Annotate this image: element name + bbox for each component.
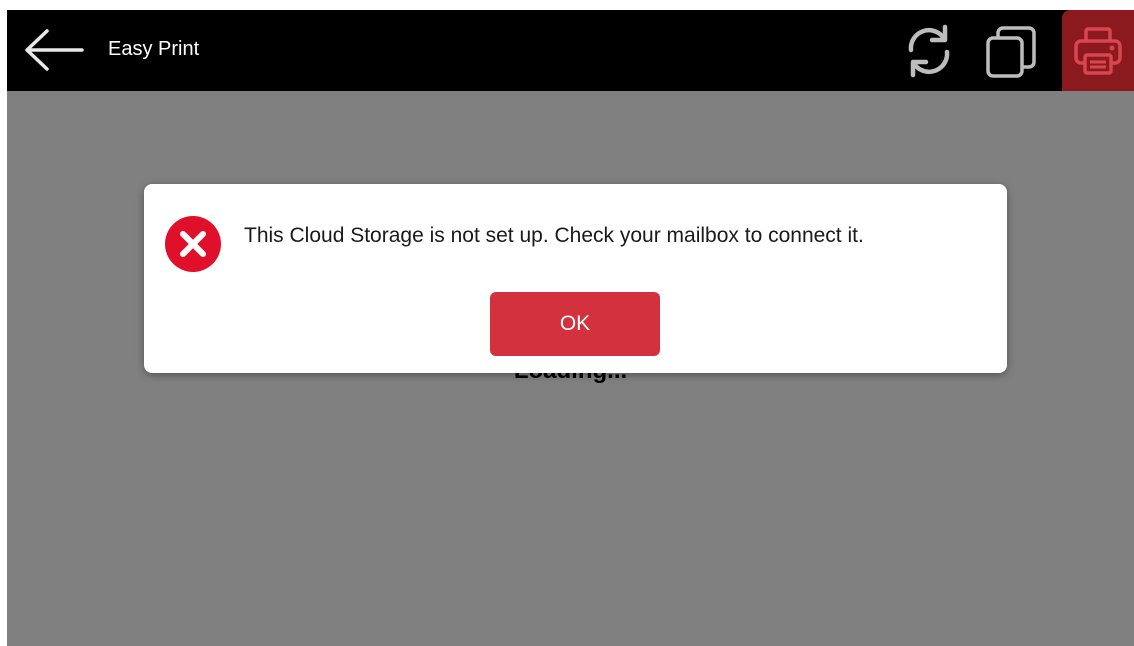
refresh-button[interactable] bbox=[900, 22, 958, 80]
ok-button[interactable]: OK bbox=[490, 292, 660, 356]
app-window: Easy Print Load bbox=[7, 10, 1134, 646]
app-title: Easy Print bbox=[108, 38, 200, 60]
copies-button[interactable] bbox=[981, 22, 1041, 82]
printer-icon bbox=[1074, 26, 1122, 75]
refresh-icon bbox=[908, 24, 950, 78]
dialog-message: This Cloud Storage is not set up. Check … bbox=[244, 224, 864, 247]
error-icon bbox=[165, 216, 221, 272]
top-bar: Easy Print bbox=[7, 10, 1134, 91]
back-button[interactable] bbox=[21, 26, 87, 74]
print-button[interactable] bbox=[1062, 10, 1134, 91]
error-dialog: This Cloud Storage is not set up. Check … bbox=[144, 184, 1007, 373]
copies-icon bbox=[986, 26, 1036, 78]
arrow-left-icon bbox=[25, 29, 84, 71]
